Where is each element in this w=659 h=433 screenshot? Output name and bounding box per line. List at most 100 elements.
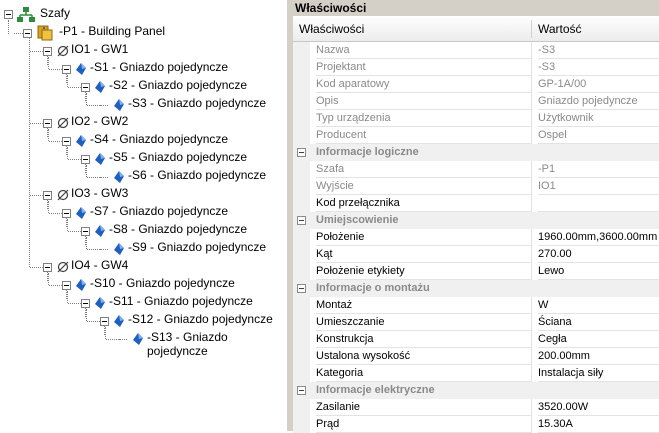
property-value[interactable]: 200.00mm bbox=[538, 348, 659, 365]
tree-node-io1[interactable]: IO1 - GW1 bbox=[71, 42, 128, 56]
property-row[interactable]: Opis Gniazdo pojedyncze bbox=[293, 93, 659, 110]
tree-node-s12[interactable]: -S12 - Gniazdo pojedyncze bbox=[128, 312, 273, 326]
property-row[interactable]: Położenie etykiety Lewo bbox=[293, 263, 659, 280]
property-value[interactable]: 3520.00W bbox=[538, 399, 659, 416]
socket-icon bbox=[114, 243, 124, 255]
socket-icon bbox=[76, 63, 86, 75]
property-name: Położenie bbox=[316, 229, 532, 246]
cabinet-tree[interactable]: Szafy -P1 - Building Panel IO1 - GW1 -S1 … bbox=[0, 0, 287, 431]
tree-node-io3[interactable]: IO3 - GW3 bbox=[71, 186, 128, 200]
property-name: Kod aparatowy bbox=[316, 76, 532, 93]
property-row[interactable]: Szafa -P1 bbox=[293, 161, 659, 178]
tree-node-s1[interactable]: -S1 - Gniazdo pojedyncze bbox=[90, 60, 228, 74]
tree-node-s2[interactable]: -S2 - Gniazdo pojedyncze bbox=[109, 78, 247, 92]
p1-collapse-toggle[interactable] bbox=[23, 29, 32, 38]
properties-panel: Właściwości Właściwości Wartość Nazwa -S3… bbox=[293, 0, 659, 433]
tree-node-p1[interactable]: -P1 - Building Panel bbox=[59, 24, 165, 38]
tree-node-s9[interactable]: -S9 - Gniazdo pojedyncze bbox=[128, 240, 266, 254]
socket-icon bbox=[114, 99, 124, 111]
category-electrical[interactable]: Informacje elektryczne bbox=[293, 382, 659, 399]
category-collapse-icon[interactable] bbox=[297, 386, 306, 395]
property-row[interactable]: Producent Ospel bbox=[293, 127, 659, 144]
property-value[interactable]: Użytkownik bbox=[538, 110, 659, 127]
property-name: Nazwa bbox=[316, 42, 532, 59]
property-name: Montaż bbox=[316, 297, 532, 314]
property-value[interactable]: Cegła bbox=[538, 331, 659, 348]
property-row[interactable]: Konstrukcja Cegła bbox=[293, 331, 659, 348]
socket-icon bbox=[114, 315, 124, 327]
property-value[interactable]: Ściana bbox=[538, 314, 659, 331]
property-name: Zasilanie bbox=[316, 399, 532, 416]
property-name: Umieszczanie bbox=[316, 314, 532, 331]
property-row[interactable]: Ustalona wysokość 200.00mm bbox=[293, 348, 659, 365]
socket-icon bbox=[95, 153, 105, 165]
property-name: Kategoria bbox=[316, 365, 532, 382]
socket-icon bbox=[133, 333, 143, 345]
property-name: Projektant bbox=[316, 59, 532, 76]
socket-icon bbox=[95, 225, 105, 237]
property-row[interactable]: Położenie 1960.00mm,3600.00mm bbox=[293, 229, 659, 246]
category-placement[interactable]: Umiejscowienie bbox=[293, 212, 659, 229]
property-row[interactable]: Kąt 270.00 bbox=[293, 246, 659, 263]
property-row[interactable]: Umieszczanie Ściana bbox=[293, 314, 659, 331]
property-value[interactable]: 270.00 bbox=[538, 246, 659, 263]
property-row[interactable]: Prąd 15.30A bbox=[293, 416, 659, 433]
category-label: Informacje o montażu bbox=[316, 282, 430, 294]
category-collapse-icon[interactable] bbox=[297, 148, 306, 157]
category-collapse-icon[interactable] bbox=[297, 284, 306, 293]
tree-root-label[interactable]: Szafy bbox=[40, 6, 70, 20]
socket-icon bbox=[95, 81, 105, 93]
socket-icon bbox=[95, 297, 105, 309]
property-row[interactable]: Zasilanie 3520.00W bbox=[293, 399, 659, 416]
socket-icon bbox=[114, 171, 124, 183]
tree-node-io4[interactable]: IO4 - GW4 bbox=[71, 258, 128, 272]
column-name-header[interactable]: Właściwości bbox=[299, 17, 364, 41]
column-value-header[interactable]: Wartość bbox=[538, 17, 582, 41]
circuit-icon bbox=[57, 117, 69, 129]
property-value[interactable]: -P1 bbox=[538, 161, 659, 178]
tree-node-s8[interactable]: -S8 - Gniazdo pojedyncze bbox=[109, 222, 247, 236]
property-row[interactable]: Montaż W bbox=[293, 297, 659, 314]
property-row[interactable]: Wyjście IO1 bbox=[293, 178, 659, 195]
tree-node-s13[interactable]: -S13 - Gniazdo pojedyncze bbox=[147, 330, 287, 358]
property-value[interactable]: Gniazdo pojedyncze bbox=[538, 93, 659, 110]
socket-icon bbox=[76, 135, 86, 147]
property-row[interactable]: Kategoria Instalacja siły bbox=[293, 365, 659, 382]
panel-icon bbox=[37, 25, 53, 41]
property-row[interactable]: Nazwa -S3 bbox=[293, 42, 659, 59]
tree-node-s7[interactable]: -S7 - Gniazdo pojedyncze bbox=[90, 204, 228, 218]
property-value[interactable]: W bbox=[538, 297, 659, 314]
category-collapse-icon[interactable] bbox=[297, 216, 306, 225]
category-logical[interactable]: Informacje logiczne bbox=[293, 144, 659, 161]
property-value[interactable] bbox=[538, 195, 659, 212]
property-row[interactable]: Typ urządzenia Użytkownik bbox=[293, 110, 659, 127]
tree-node-s4[interactable]: -S4 - Gniazdo pojedyncze bbox=[90, 132, 228, 146]
property-name: Typ urządzenia bbox=[316, 110, 532, 127]
property-row[interactable]: Projektant -S3 bbox=[293, 59, 659, 76]
tree-node-s3[interactable]: -S3 - Gniazdo pojedyncze bbox=[128, 96, 266, 110]
category-mounting[interactable]: Informacje o montażu bbox=[293, 280, 659, 297]
tree-node-s5[interactable]: -S5 - Gniazdo pojedyncze bbox=[109, 150, 247, 164]
tree-node-io2[interactable]: IO2 - GW2 bbox=[71, 114, 128, 128]
property-row[interactable]: Kod przełącznika bbox=[293, 195, 659, 212]
property-name: Producent bbox=[316, 127, 532, 144]
socket-icon bbox=[76, 207, 86, 219]
property-value[interactable]: IO1 bbox=[538, 178, 659, 195]
property-value[interactable]: -S3 bbox=[538, 59, 659, 76]
tree-node-s11[interactable]: -S11 - Gniazdo pojedyncze bbox=[109, 294, 253, 308]
property-name: Położenie etykiety bbox=[316, 263, 532, 280]
property-value[interactable]: GP-1A/00 bbox=[538, 76, 659, 93]
property-value[interactable]: Ospel bbox=[538, 127, 659, 144]
property-value[interactable]: Lewo bbox=[538, 263, 659, 280]
property-value[interactable]: 1960.00mm,3600.00mm bbox=[538, 229, 659, 246]
property-value[interactable]: 15.30A bbox=[538, 416, 659, 433]
tree-node-s10[interactable]: -S10 - Gniazdo pojedyncze bbox=[90, 276, 235, 290]
property-name: Prąd bbox=[316, 416, 532, 433]
property-row[interactable]: Kod aparatowy GP-1A/00 bbox=[293, 76, 659, 93]
property-value[interactable]: -S3 bbox=[538, 42, 659, 59]
property-value[interactable]: Instalacja siły bbox=[538, 365, 659, 382]
circuit-icon bbox=[57, 261, 69, 273]
tree-node-s6[interactable]: -S6 - Gniazdo pojedyncze bbox=[128, 168, 266, 182]
root-collapse-toggle[interactable] bbox=[4, 10, 13, 19]
network-root-icon bbox=[17, 7, 35, 22]
